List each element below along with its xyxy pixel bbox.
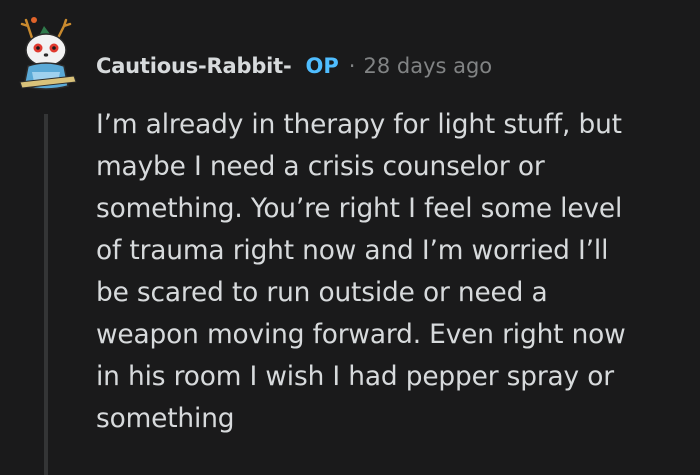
comment-body: I’m already in therapy for light stuff, … [96,104,696,440]
body-line: in his room I wish I had pepper spray or [96,361,614,392]
op-badge: OP [305,54,339,78]
avatar[interactable] [14,16,80,94]
body-line: be scared to run outside or need a [96,277,548,308]
comment: Cautious-Rabbit- OP · 28 days ago I’m al… [0,0,700,475]
body-line: I’m already in therapy for light stuff, … [96,109,622,140]
thread-collapse-line[interactable] [44,114,48,475]
meta-separator: · [348,54,356,78]
body-line: weapon moving forward. Even right now [96,319,626,350]
username[interactable]: Cautious-Rabbit- [96,54,292,78]
comment-header: Cautious-Rabbit- OP · 28 days ago [96,48,492,84]
body-line: something. You’re right I feel some leve… [96,193,623,224]
body-line: of trauma right now and I’m worried I’ll [96,235,609,266]
body-line: maybe I need a crisis counselor or [96,151,545,182]
body-line: something [96,403,235,434]
timestamp[interactable]: 28 days ago [363,54,492,78]
snoo-avatar-icon [19,17,77,90]
